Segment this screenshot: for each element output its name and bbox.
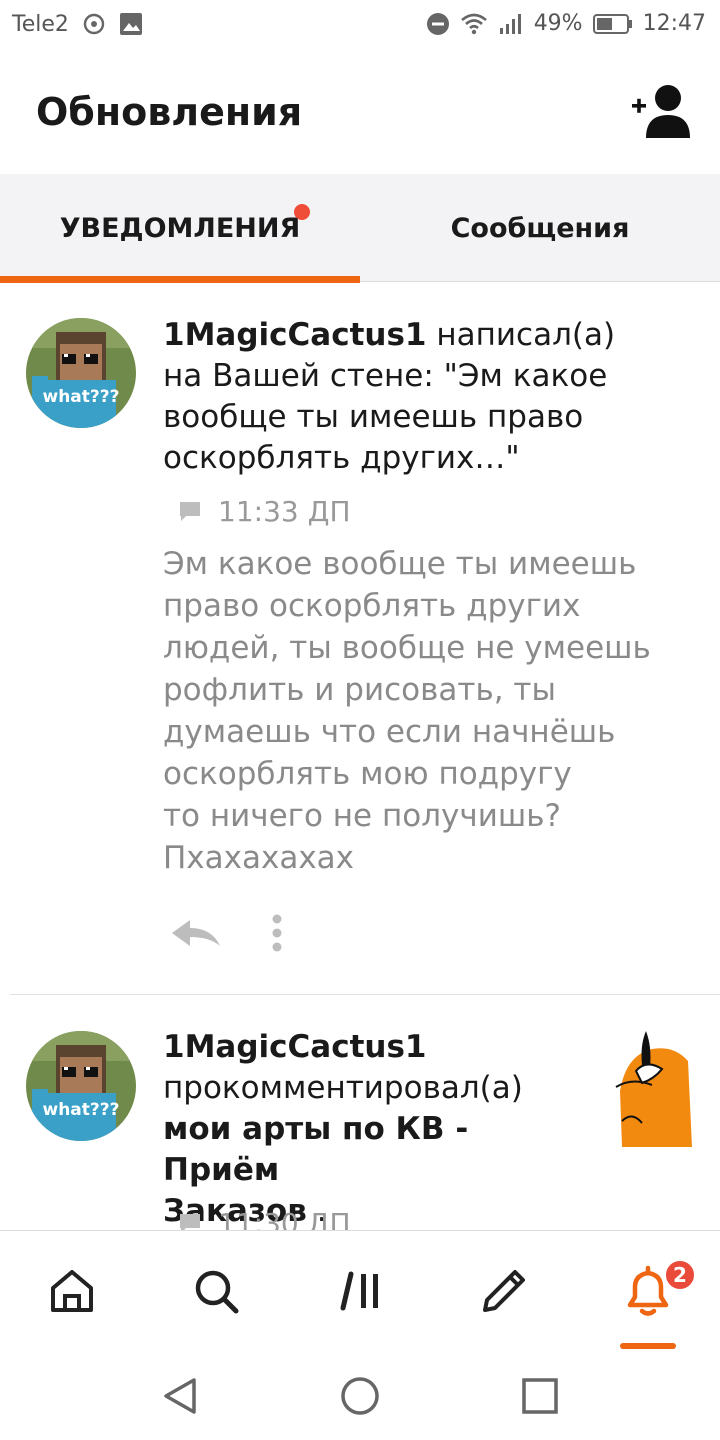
notification-line: на Вашей стене: "Эм какое <box>163 358 608 394</box>
carrier-label: Tele2 <box>12 11 69 37</box>
tab-notifications[interactable]: УВЕДОМЛЕНИЯ <box>0 174 360 283</box>
notification-item[interactable]: what??? 1MagicCactus1 написал(а) на Ваше… <box>0 283 720 995</box>
unread-dot <box>294 204 310 220</box>
nav-feed[interactable] <box>332 1261 392 1321</box>
tab-bar: УВЕДОМЛЕНИЯ Сообщения <box>0 174 720 283</box>
username[interactable]: 1MagicCactus1 <box>163 317 427 353</box>
thumbnail-image <box>612 1031 692 1147</box>
avatar-image: what??? <box>26 1031 136 1141</box>
app-header: Обновления <box>0 50 720 174</box>
notification-line: оскорблять других…" <box>163 440 520 476</box>
status-bar: Tele2 49% 12:47 <box>0 0 720 50</box>
search-icon <box>195 1270 239 1314</box>
notification-line: вообще ты имеешь право <box>163 399 584 435</box>
more-vertical-icon <box>272 914 282 952</box>
image-icon <box>119 12 143 36</box>
notification-actions <box>170 913 284 957</box>
pencil-icon <box>483 1270 525 1312</box>
notification-feed[interactable]: what??? 1MagicCactus1 написал(а) на Ваше… <box>0 283 720 1230</box>
avatar[interactable]: what??? <box>26 318 136 428</box>
home-icon <box>51 1270 93 1312</box>
action-text: написал(а) <box>436 317 616 353</box>
back-triangle-icon <box>164 1378 196 1414</box>
username[interactable]: 1MagicCactus1 <box>163 1029 427 1065</box>
tab-messages-label: Сообщения <box>450 212 630 244</box>
system-navigation-bar <box>0 1354 720 1440</box>
nav-home[interactable] <box>42 1261 102 1321</box>
comment-icon <box>180 501 200 521</box>
avatar-caption: what??? <box>43 387 120 407</box>
home-system-button[interactable] <box>338 1374 382 1418</box>
body-line: право оскорблять других <box>163 588 581 624</box>
avatar-image: what??? <box>26 318 136 428</box>
comment-icon <box>180 1213 200 1230</box>
add-friend-icon <box>632 85 690 138</box>
active-tab-indicator <box>0 276 360 283</box>
timestamp: 11:33 ДП <box>218 495 351 528</box>
feed-icon <box>340 1271 378 1311</box>
timestamp-row: 11:30 ДП <box>178 1207 351 1230</box>
body-line: Эм какое вообще ты имеешь <box>163 546 637 582</box>
body-line: Пхахахахах <box>163 840 355 876</box>
recents-button[interactable] <box>518 1374 562 1418</box>
reply-icon <box>172 920 220 946</box>
nav-create[interactable] <box>474 1261 534 1321</box>
notification-text[interactable]: 1MagicCactus1 прокомментировал(а) мои ар… <box>163 1027 593 1230</box>
post-title[interactable]: мои арты по КВ - Приём <box>163 1111 468 1188</box>
notification-text[interactable]: 1MagicCactus1 написал(а) на Вашей стене:… <box>163 315 633 479</box>
bottom-navigation: 2 <box>0 1230 720 1354</box>
body-line: оскорблять мою подругу <box>163 756 572 792</box>
timestamp-row: 11:33 ДП <box>178 495 351 528</box>
active-nav-indicator <box>620 1343 676 1349</box>
tab-notifications-label: УВЕДОМЛЕНИЯ <box>59 212 301 244</box>
message-body: Эм какое вообще ты имеешь право оскорбля… <box>163 543 683 879</box>
avatar-caption: what??? <box>43 1100 120 1120</box>
body-line: рофлить и рисовать, ты <box>163 672 556 708</box>
more-options-button[interactable] <box>270 913 284 957</box>
notification-item[interactable]: what??? 1MagicCactus1 прокомментировал(а… <box>0 995 720 1230</box>
avatar[interactable]: what??? <box>26 1031 136 1141</box>
battery-icon <box>592 13 633 35</box>
tab-messages[interactable]: Сообщения <box>360 174 720 282</box>
body-line: то ничего не получишь? <box>163 798 561 834</box>
back-button[interactable] <box>158 1374 202 1418</box>
dnd-icon <box>426 12 450 36</box>
reply-button[interactable] <box>170 917 222 953</box>
battery-percent: 49% <box>533 11 583 36</box>
body-line: людей, ты вообще не умеешь <box>163 630 651 666</box>
body-line: думаешь что если начнёшь <box>163 714 616 750</box>
home-circle-icon <box>341 1377 379 1415</box>
nav-search[interactable] <box>186 1261 246 1321</box>
timestamp: 11:30 ДП <box>218 1207 351 1230</box>
page-title: Обновления <box>36 90 303 134</box>
action-text: прокомментировал(а) <box>163 1070 523 1106</box>
recents-square-icon <box>522 1378 558 1414</box>
clock: 12:47 <box>642 11 706 36</box>
post-thumbnail[interactable] <box>612 1031 692 1147</box>
hotspot-icon <box>81 11 107 37</box>
signal-icon <box>498 12 524 36</box>
add-friend-button[interactable] <box>630 82 694 142</box>
wifi-icon <box>460 12 488 36</box>
notification-count-badge: 2 <box>664 1259 696 1291</box>
